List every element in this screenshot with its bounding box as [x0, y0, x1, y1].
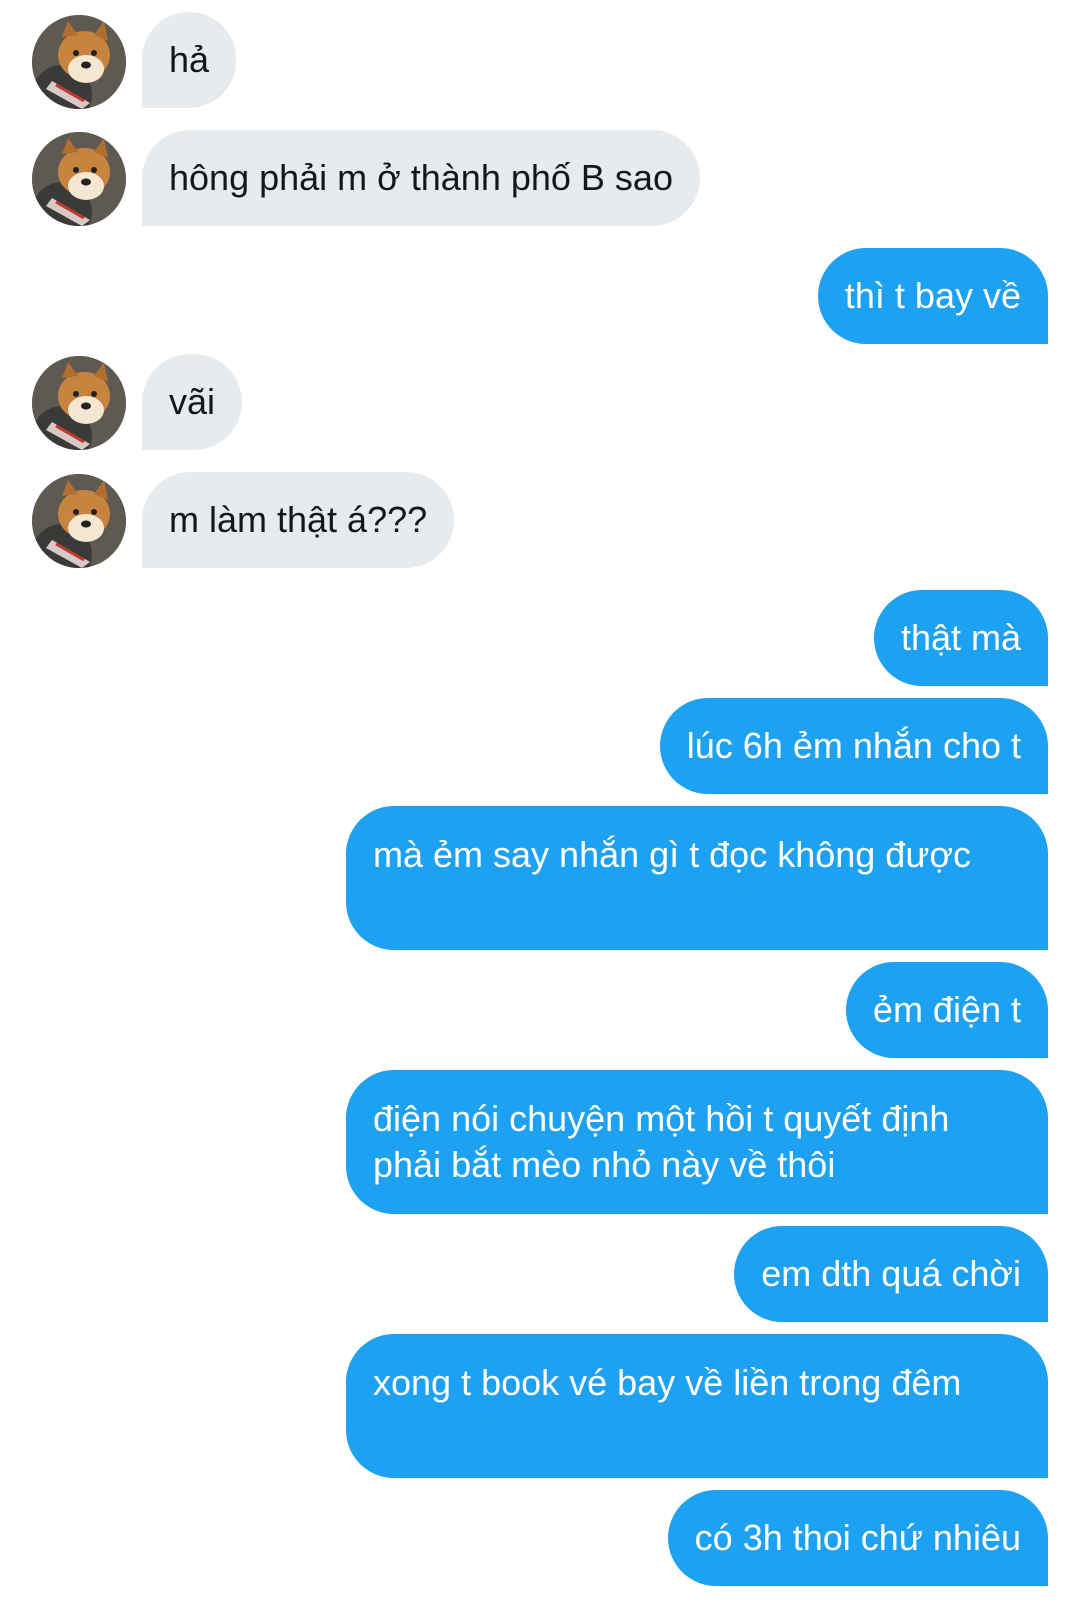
message-text: m làm thật á??? [169, 499, 428, 540]
outgoing-message-bubble[interactable]: thì t bay về [817, 248, 1048, 344]
shiba-dog-avatar-icon [32, 356, 126, 450]
message-text: thật mà [900, 617, 1021, 658]
message-text: lúc 6h ẻm nhắn cho t [686, 725, 1021, 766]
message-text: thì t bay về [844, 275, 1021, 316]
contact-avatar[interactable] [32, 356, 126, 450]
shiba-dog-avatar-icon [32, 15, 126, 109]
outgoing-message-bubble[interactable]: thật mà [873, 590, 1048, 686]
message-text: hả [169, 39, 210, 80]
incoming-message-bubble[interactable]: m làm thật á??? [142, 472, 455, 568]
message-text: mà ẻm say nhắn gì t đọc không được [373, 834, 972, 875]
shiba-dog-avatar-icon [32, 132, 126, 226]
outgoing-message-bubble[interactable]: lúc 6h ẻm nhắn cho t [659, 698, 1048, 794]
outgoing-message-bubble[interactable]: em dth quá chời [734, 1226, 1048, 1322]
shiba-dog-avatar-icon [32, 474, 126, 568]
message-text: ẻm điện t [872, 989, 1021, 1030]
outgoing-message-bubble[interactable]: mà ẻm say nhắn gì t đọc không được [346, 806, 1048, 950]
incoming-message-bubble[interactable]: hả [142, 12, 237, 108]
contact-avatar[interactable] [32, 132, 126, 226]
message-text: có 3h thoi chứ nhiêu [694, 1517, 1021, 1558]
contact-avatar[interactable] [32, 474, 126, 568]
incoming-message-bubble[interactable]: vãi [142, 354, 243, 450]
conversation-thread: hả hông phải m ở thành phố B sao thì t b… [0, 0, 1080, 1616]
message-text: điện nói chuyện một hồi t quyết định phả… [373, 1098, 950, 1185]
message-text: xong t book vé bay về liền trong đêm [373, 1362, 962, 1403]
outgoing-message-bubble[interactable]: ẻm điện t [845, 962, 1048, 1058]
incoming-message-bubble[interactable]: hông phải m ở thành phố B sao [142, 130, 700, 226]
message-text: hông phải m ở thành phố B sao [169, 157, 673, 198]
message-text: em dth quá chời [761, 1253, 1021, 1294]
outgoing-message-bubble[interactable]: điện nói chuyện một hồi t quyết định phả… [346, 1070, 1048, 1214]
contact-avatar[interactable] [32, 15, 126, 109]
outgoing-message-bubble[interactable]: xong t book vé bay về liền trong đêm [346, 1334, 1048, 1478]
message-text: vãi [169, 381, 216, 422]
outgoing-message-bubble[interactable]: có 3h thoi chứ nhiêu [667, 1490, 1048, 1586]
